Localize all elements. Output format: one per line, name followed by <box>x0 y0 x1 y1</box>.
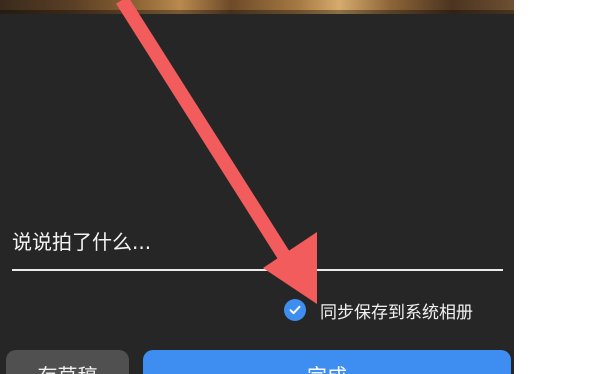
photo-preview <box>0 0 514 14</box>
caption-input[interactable] <box>12 225 500 259</box>
publish-panel: 同步保存到系统相册 存草稿 完成 <box>0 0 514 374</box>
watermark-area <box>517 360 592 374</box>
sync-album-label: 同步保存到系统相册 <box>320 302 473 323</box>
checkmark-icon <box>289 305 301 315</box>
caption-underline <box>12 269 503 271</box>
screenshot-stage: 同步保存到系统相册 存草稿 完成 <box>0 0 592 374</box>
sync-album-toggle[interactable]: 同步保存到系统相册 <box>284 297 473 323</box>
check-circle-icon[interactable] <box>284 299 306 321</box>
done-button[interactable]: 完成 <box>143 350 511 374</box>
save-draft-button[interactable]: 存草稿 <box>6 350 129 374</box>
